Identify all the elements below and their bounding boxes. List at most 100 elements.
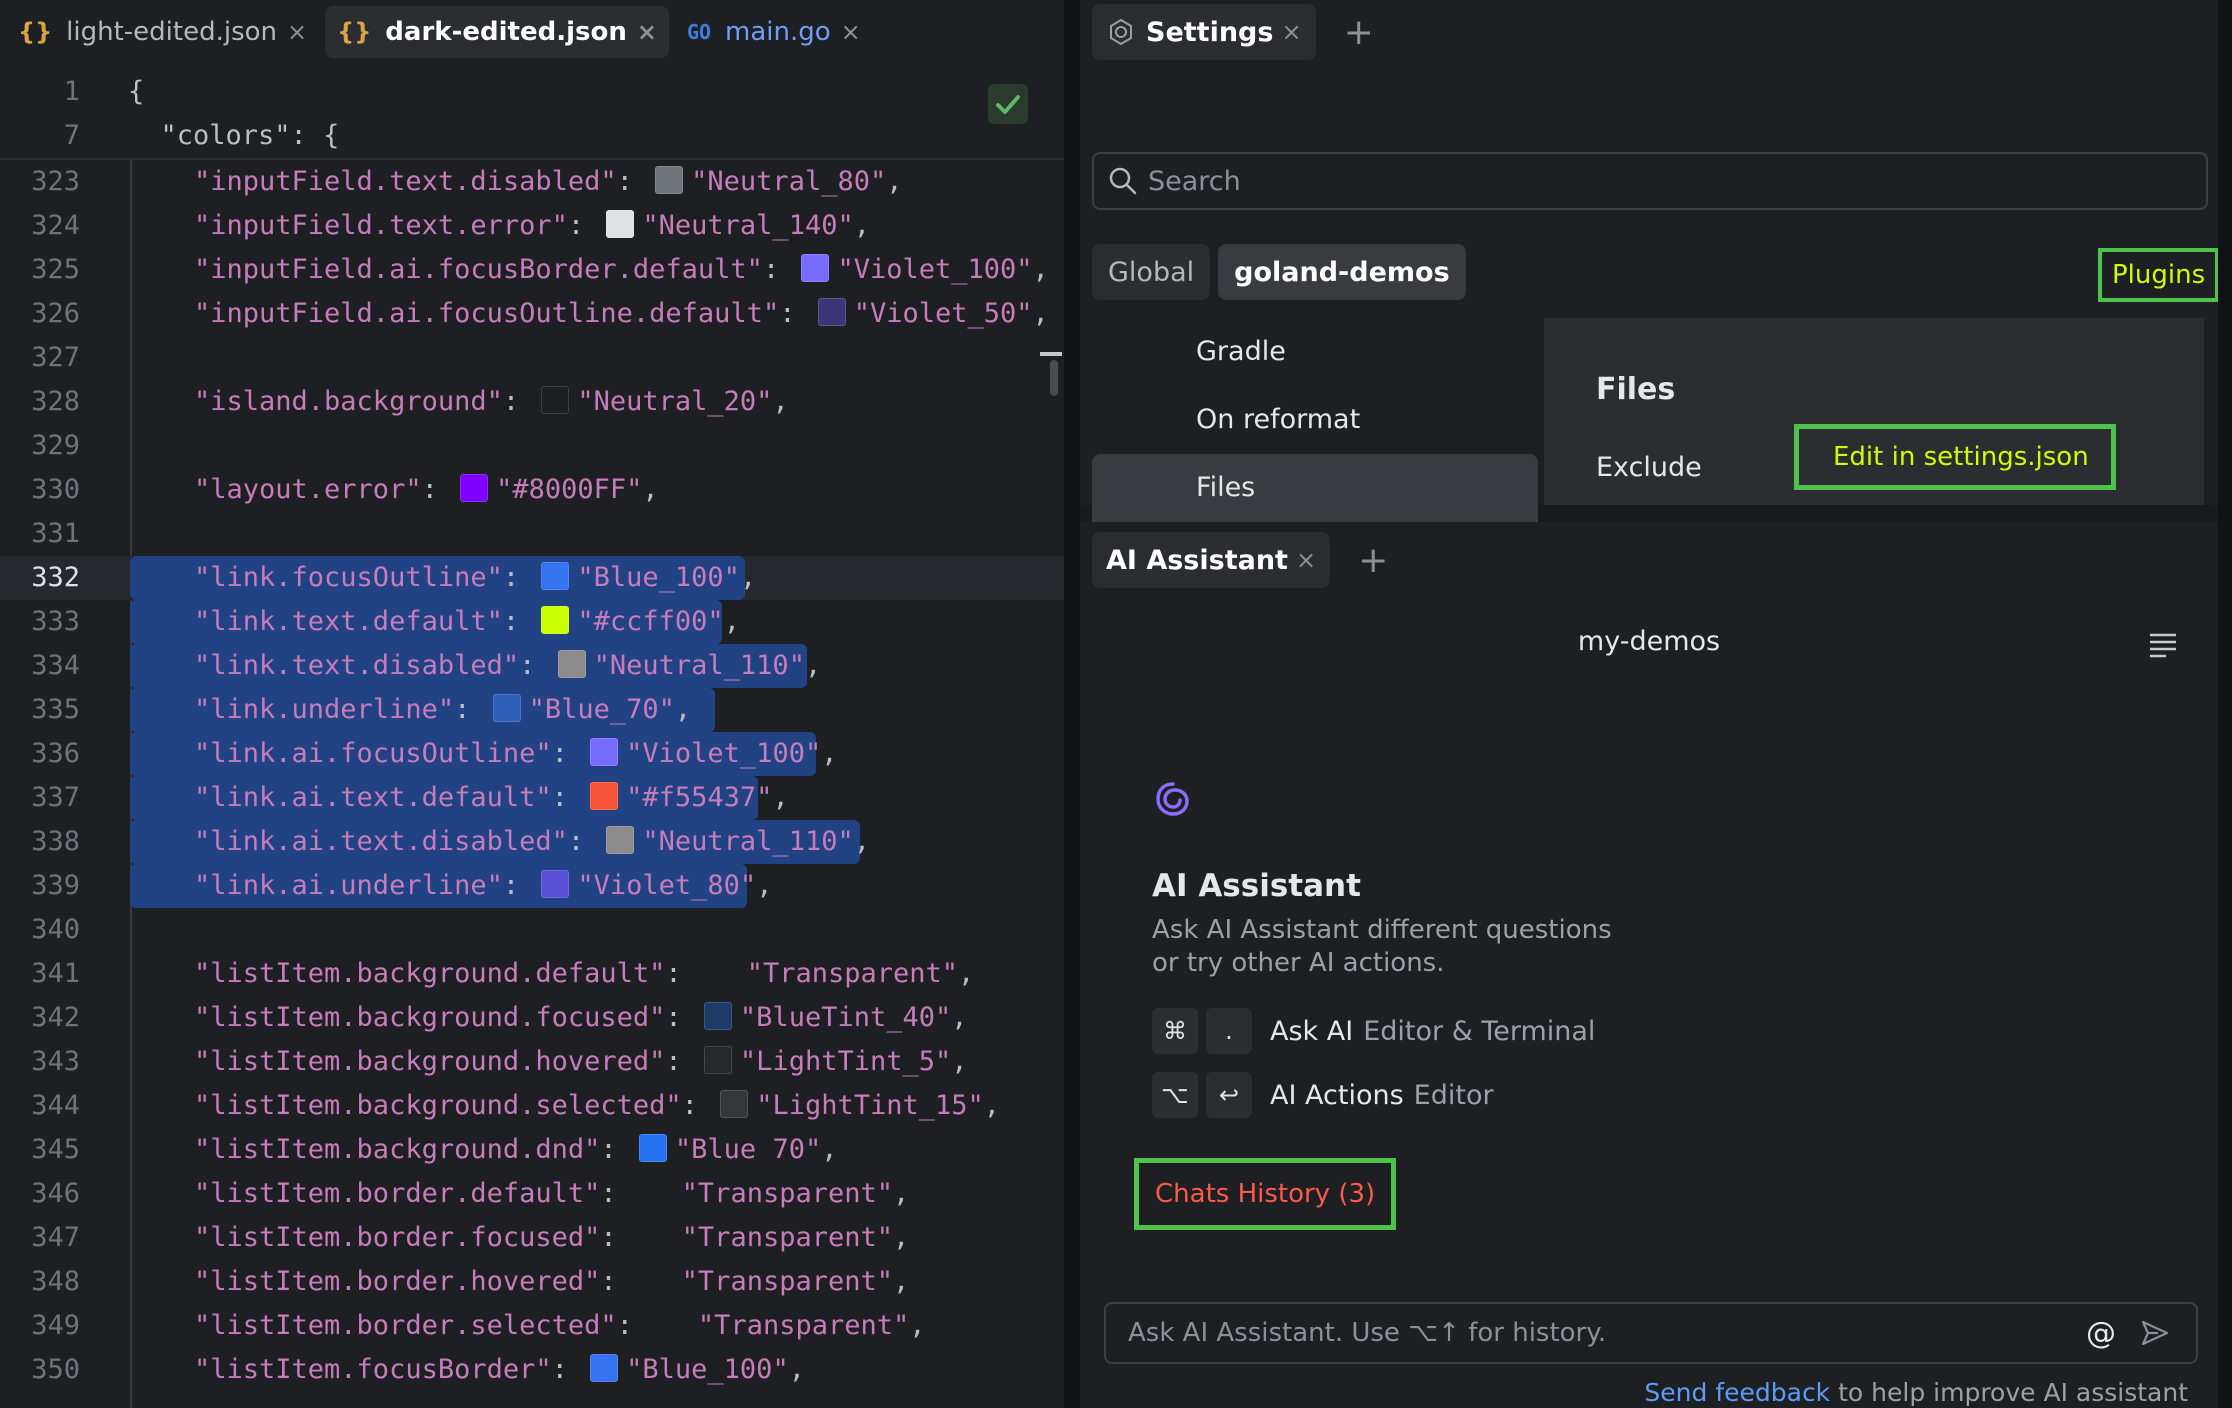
code-line[interactable]: 346 "listItem.border.default": "Transpare… xyxy=(0,1172,1064,1216)
close-icon[interactable]: × xyxy=(287,18,307,46)
mention-at-icon[interactable]: @ xyxy=(2086,1316,2116,1351)
code-line[interactable]: 336 "link.ai.focusOutline": "Violet_100", xyxy=(0,732,1064,776)
json-key: "listItem.background.hovered" xyxy=(194,1046,666,1077)
json-punctuation: , xyxy=(893,1266,910,1297)
code-line[interactable]: 347 "listItem.border.focused": "Transpare… xyxy=(0,1216,1064,1260)
code-line[interactable]: 323 "inputField.text.disabled": "Neutral_… xyxy=(0,160,1064,204)
send-icon[interactable] xyxy=(2140,1318,2170,1348)
close-icon[interactable]: × xyxy=(841,18,861,46)
code-line[interactable]: 339 "link.ai.underline": "Violet_80", xyxy=(0,864,1064,908)
code-line[interactable]: 328 "island.background": "Neutral_20", xyxy=(0,380,1064,424)
color-swatch-icon[interactable] xyxy=(703,1002,732,1030)
add-tab-plus-icon[interactable]: + xyxy=(1344,12,1374,53)
line-number: 325 xyxy=(31,254,80,285)
color-swatch-icon[interactable] xyxy=(590,782,619,810)
menu-lines-icon[interactable] xyxy=(2148,632,2178,658)
json-separator: : xyxy=(502,606,536,637)
settings-item-files[interactable]: Files xyxy=(1092,454,1538,522)
color-swatch-icon[interactable] xyxy=(541,606,570,634)
scope-project-button[interactable]: goland-demos xyxy=(1218,244,1466,300)
code-editor[interactable]: {} light-edited.json × {} dark-edited.js… xyxy=(0,0,1064,1408)
no-problems-check-icon[interactable] xyxy=(988,84,1028,124)
color-swatch-icon[interactable] xyxy=(460,474,489,502)
vertical-scrollbar[interactable] xyxy=(1050,360,1058,396)
json-value: "LightTint_15" xyxy=(756,1090,984,1121)
color-swatch-icon[interactable] xyxy=(817,298,846,326)
code-line[interactable]: 348 "listItem.border.hovered": "Transpare… xyxy=(0,1260,1064,1304)
add-tab-plus-icon[interactable]: + xyxy=(1358,540,1388,581)
code-line[interactable]: 333 "link.text.default": "#ccff00", xyxy=(0,600,1064,644)
code-line[interactable]: 330 "layout.error": "#8000FF", xyxy=(0,468,1064,512)
json-separator: : xyxy=(567,826,601,857)
tab-main-go[interactable]: GO main.go × xyxy=(675,6,873,58)
tab-light-edited-json[interactable]: {} light-edited.json × xyxy=(6,6,319,58)
code-line[interactable]: 341 "listItem.background.default": "Trans… xyxy=(0,952,1064,996)
code-line[interactable]: 325 "inputField.ai.focusBorder.default": … xyxy=(0,248,1064,292)
code-line[interactable]: 335 "link.underline": "Blue_70", xyxy=(0,688,1064,732)
settings-item-on-reformat[interactable]: On reformat xyxy=(1092,386,1538,454)
detail-title: Files xyxy=(1596,372,1676,407)
json-separator: : xyxy=(454,694,487,725)
settings-item-gradle[interactable]: Gradle xyxy=(1092,318,1538,386)
code-line[interactable]: 329 xyxy=(0,424,1064,468)
split-divider[interactable] xyxy=(1064,0,1080,1408)
code-line[interactable]: 342 "listItem.background.focused": "BlueT… xyxy=(0,996,1064,1040)
color-swatch-icon[interactable] xyxy=(492,694,521,722)
color-swatch-icon[interactable] xyxy=(655,166,684,194)
color-swatch-icon[interactable] xyxy=(606,210,635,238)
color-swatch-icon[interactable] xyxy=(541,870,570,898)
line-number: 336 xyxy=(31,738,80,769)
color-swatch-icon[interactable] xyxy=(557,650,586,678)
code-line[interactable]: 332 "link.focusOutline": "Blue_100", xyxy=(0,556,1064,600)
close-icon[interactable]: × xyxy=(1296,546,1316,574)
edit-in-settings-json-link[interactable]: Edit in settings.json xyxy=(1794,424,2116,490)
scope-global-button[interactable]: Global xyxy=(1092,244,1211,300)
json-value: "Neutral_140" xyxy=(642,210,854,241)
settings-search-input[interactable]: Search xyxy=(1092,152,2208,210)
tab-settings[interactable]: Settings × xyxy=(1092,4,1316,60)
color-swatch-icon[interactable] xyxy=(590,1354,619,1382)
code-line[interactable]: 344 "listItem.background.selected": "Ligh… xyxy=(0,1084,1064,1128)
close-icon[interactable]: × xyxy=(637,18,657,46)
tab-label: light-edited.json xyxy=(66,17,278,47)
close-icon[interactable]: × xyxy=(1281,18,1301,46)
code-line[interactable]: 337 "link.ai.text.default": "#f55437", xyxy=(0,776,1064,820)
code-line[interactable]: 350 "listItem.focusBorder": "Blue_100", xyxy=(0,1348,1064,1392)
line-number: 330 xyxy=(31,474,80,505)
color-swatch-icon[interactable] xyxy=(720,1090,749,1118)
ai-prompt-input[interactable]: Ask AI Assistant. Use ⌥↑ for history. @ xyxy=(1104,1302,2198,1364)
code-line[interactable]: 343 "listItem.background.hovered": "Light… xyxy=(0,1040,1064,1084)
code-line[interactable]: 324 "inputField.text.error": "Neutral_140… xyxy=(0,204,1064,248)
tab-ai-assistant[interactable]: AI Assistant × xyxy=(1092,532,1331,588)
code-line[interactable]: 331 xyxy=(0,512,1064,556)
code-text: "inputField.ai.focusOutline.default": "V… xyxy=(194,292,1049,336)
code-line[interactable]: 340 xyxy=(0,908,1064,952)
ai-description-line: Ask AI Assistant different questions xyxy=(1152,915,1612,945)
json-value: "Transparent" xyxy=(697,1310,910,1341)
code-line[interactable]: 349 "listItem.border.selected": "Transpar… xyxy=(0,1304,1064,1348)
json-braces-icon: {} xyxy=(18,18,53,46)
code-line[interactable]: 345 "listItem.background.dnd": "Blue 70", xyxy=(0,1128,1064,1172)
color-swatch-icon[interactable] xyxy=(638,1134,667,1162)
code-text: "inputField.text.disabled": "Neutral_80"… xyxy=(194,160,903,204)
color-swatch-icon[interactable] xyxy=(606,826,635,854)
ai-description-line: or try other AI actions. xyxy=(1152,948,1445,978)
code-line[interactable]: 338 "link.ai.text.disabled": "Neutral_110… xyxy=(0,820,1064,864)
color-swatch-icon[interactable] xyxy=(703,1046,732,1074)
send-feedback-link[interactable]: Send feedback xyxy=(1644,1378,1830,1407)
tab-dark-edited-json[interactable]: {} dark-edited.json × xyxy=(325,6,669,58)
chats-history-link[interactable]: Chats History (3) xyxy=(1134,1158,1397,1230)
code-line[interactable]: 327 xyxy=(0,336,1064,380)
code-text: "listItem.background.selected": "LightTi… xyxy=(194,1084,1000,1128)
code-line[interactable]: 334 "link.text.disabled": "Neutral_110", xyxy=(0,644,1064,688)
color-swatch-icon[interactable] xyxy=(541,562,570,590)
color-swatch-icon[interactable] xyxy=(541,386,570,414)
hotkey-ai-actions[interactable]: ⌥ ↩ AI Actions Editor xyxy=(1152,1072,1494,1118)
code-text: "link.ai.underline": "Violet_80", xyxy=(194,864,772,908)
json-separator: : xyxy=(567,210,601,241)
plugins-link[interactable]: Plugins xyxy=(2098,248,2220,302)
hotkey-ask-ai[interactable]: ⌘ . Ask AI Editor & Terminal xyxy=(1152,1008,1595,1054)
color-swatch-icon[interactable] xyxy=(801,254,830,282)
color-swatch-icon[interactable] xyxy=(590,738,619,766)
code-line[interactable]: 326 "inputField.ai.focusOutline.default":… xyxy=(0,292,1064,336)
